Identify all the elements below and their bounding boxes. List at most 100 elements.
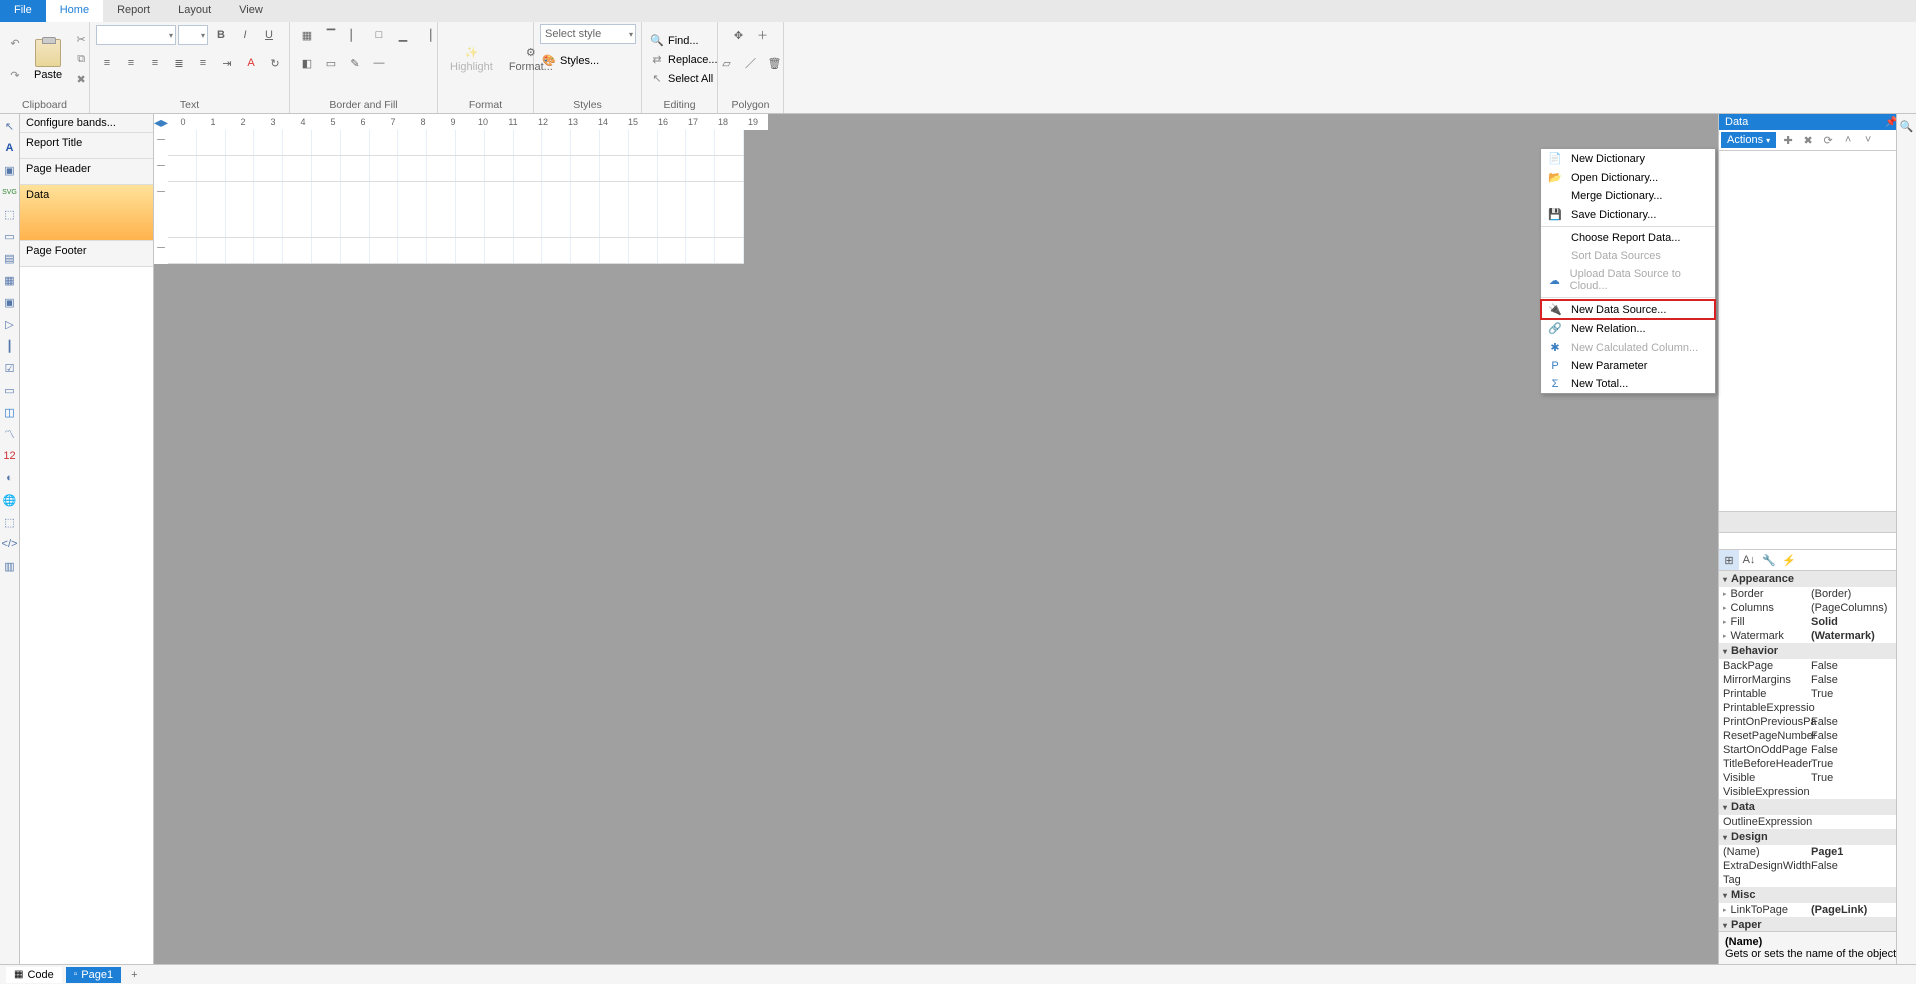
property-row[interactable]: VisibleTrue (1719, 771, 1916, 785)
map-tool-icon[interactable]: 🌐 (2, 492, 18, 508)
band-collapse-toggle[interactable]: – (154, 238, 168, 264)
paste-button[interactable]: Paste (28, 37, 68, 83)
panel-tool-icon[interactable]: ▭ (2, 228, 18, 244)
page-footer-surface[interactable] (168, 238, 744, 264)
actions-dropdown-button[interactable]: Actions (1721, 132, 1776, 148)
band-collapse-toggle[interactable]: – (154, 156, 168, 182)
properties-grid[interactable]: AppearanceBorder(Border)Columns(PageColu… (1719, 571, 1916, 931)
new-item-icon[interactable]: ✚ (1780, 132, 1796, 148)
data-surface[interactable] (168, 182, 744, 238)
subreport-tool-icon[interactable]: ▣ (2, 294, 18, 310)
tab-report[interactable]: Report (103, 0, 164, 22)
horizontal-line-icon[interactable]: ┃ (2, 338, 18, 354)
tab-home[interactable]: Home (46, 0, 103, 22)
page-tab[interactable]: ▫Page1 (66, 967, 121, 983)
property-row[interactable]: FillSolid (1719, 615, 1916, 629)
align-justify-icon[interactable]: ≣ (168, 52, 190, 74)
delete-icon[interactable]: ✖ (72, 71, 90, 89)
property-row[interactable]: PrintableExpressio (1719, 701, 1916, 715)
align-center-icon[interactable]: ≡ (120, 52, 142, 74)
border-left-icon[interactable]: ▏ (344, 24, 366, 46)
up-icon[interactable]: ˄ (1840, 132, 1856, 148)
property-category[interactable]: Data (1719, 799, 1916, 815)
svg-tool-icon[interactable]: SVG (2, 184, 18, 200)
font-size-combo[interactable] (178, 25, 208, 45)
property-row[interactable]: Watermark(Watermark) (1719, 629, 1916, 643)
design-canvas[interactable]: ◂▸ 012345678910111213141516171819 – – – … (154, 114, 1718, 964)
redo-icon[interactable]: ↷ (6, 67, 24, 85)
menu-item[interactable]: PNew Parameter (1541, 357, 1715, 375)
property-row[interactable]: ResetPageNumberFalse (1719, 729, 1916, 743)
border-style-icon[interactable]: — (368, 52, 390, 74)
align-right-icon[interactable]: ≡ (144, 52, 166, 74)
band-data[interactable]: Data (20, 185, 153, 241)
menu-item[interactable]: ΣNew Total... (1541, 375, 1715, 393)
align-left-icon[interactable]: ≡ (96, 52, 118, 74)
prop-categorized-icon[interactable]: ⊞ (1719, 550, 1739, 570)
copy-icon[interactable]: ⧉ (72, 51, 90, 69)
property-row[interactable]: TitleBeforeHeaderTrue (1719, 757, 1916, 771)
undo-icon[interactable]: ↶ (6, 35, 24, 53)
property-category[interactable]: Misc (1719, 887, 1916, 903)
clone-tool-icon[interactable]: ▤ (2, 250, 18, 266)
band-page-footer[interactable]: Page Footer (20, 241, 153, 267)
polygon-delete-icon[interactable]: 🗑 (764, 52, 786, 74)
add-page-button[interactable]: + (125, 969, 143, 981)
property-row[interactable]: Border(Border) (1719, 587, 1916, 601)
prop-alpha-icon[interactable]: A↓ (1739, 550, 1759, 570)
property-row[interactable]: VisibleExpression (1719, 785, 1916, 799)
border-right-icon[interactable]: ▕ (416, 24, 438, 46)
menu-item[interactable]: 🔗New Relation... (1541, 319, 1715, 338)
data-tree[interactable] (1719, 151, 1916, 511)
menu-item[interactable]: 📄New Dictionary (1541, 149, 1715, 168)
property-row[interactable]: StartOnOddPageFalse (1719, 743, 1916, 757)
fill-color-icon[interactable]: ▭ (320, 52, 342, 74)
underline-button[interactable]: U (258, 24, 280, 46)
richtext-tool-icon[interactable]: ▭ (2, 382, 18, 398)
collapse-gutter-icon[interactable]: ◂▸ (154, 114, 168, 130)
text-tool-icon[interactable]: A (2, 140, 18, 156)
prop-events-icon[interactable]: ⚡ (1779, 550, 1799, 570)
down-icon[interactable]: ˅ (1860, 132, 1876, 148)
property-category[interactable]: Paper (1719, 917, 1916, 931)
search-icon[interactable]: 🔍 (1897, 114, 1916, 138)
polygon-edit-icon[interactable]: ▱ (716, 52, 738, 74)
page-header-surface[interactable] (168, 156, 744, 182)
refresh-icon[interactable]: ⟳ (1820, 132, 1836, 148)
cut-icon[interactable]: ✂ (72, 31, 90, 49)
selectall-button[interactable]: ↖Select All (648, 70, 720, 87)
highlight-button[interactable]: ✨ Highlight (444, 42, 499, 77)
styles-button[interactable]: 🎨 Styles... (540, 52, 601, 69)
shape-tool-icon[interactable]: ▷ (2, 316, 18, 332)
crosstab-tool-icon[interactable]: ▦ (2, 272, 18, 288)
property-row[interactable]: PrintOnPreviousPaFalse (1719, 715, 1916, 729)
font-family-combo[interactable] (96, 25, 176, 45)
style-select-combo[interactable]: Select style (540, 24, 636, 44)
band-page-header[interactable]: Page Header (20, 159, 153, 185)
border-bottom-icon[interactable]: ▁ (392, 24, 414, 46)
property-row[interactable]: Columns(PageColumns) (1719, 601, 1916, 615)
number-tool-icon[interactable]: 12 (2, 448, 18, 464)
checkbox-tool-icon[interactable]: ☑ (2, 360, 18, 376)
polygon-move-icon[interactable]: ✥ (728, 24, 750, 46)
report-title-surface[interactable] (168, 130, 744, 156)
border-top-icon[interactable]: ▔ (320, 24, 342, 46)
zip-tool-icon[interactable]: ⬚ (2, 514, 18, 530)
menu-item[interactable]: 🔌New Data Source... (1541, 300, 1715, 319)
font-color-icon[interactable]: A (240, 52, 262, 74)
sparkline-tool-icon[interactable]: 〽 (2, 426, 18, 442)
bold-button[interactable]: B (210, 24, 232, 46)
menu-item[interactable]: Choose Report Data... (1541, 229, 1715, 247)
property-row[interactable]: LinkToPage(PageLink) (1719, 903, 1916, 917)
border-color-icon[interactable]: ✎ (344, 52, 366, 74)
chart-tool-icon[interactable]: ◫ (2, 404, 18, 420)
find-button[interactable]: 🔍Find... (648, 32, 720, 49)
line-spacing-icon[interactable]: ≡ (192, 52, 214, 74)
shadow-icon[interactable]: ◧ (296, 52, 318, 74)
pointer-icon[interactable]: ↖ (2, 118, 18, 134)
property-row[interactable]: Tag (1719, 873, 1916, 887)
band-report-title[interactable]: Report Title (20, 133, 153, 159)
property-row[interactable]: OutlineExpression (1719, 815, 1916, 829)
polygon-add-icon[interactable]: ＋ (752, 24, 774, 46)
property-row[interactable]: ExtraDesignWidthFalse (1719, 859, 1916, 873)
